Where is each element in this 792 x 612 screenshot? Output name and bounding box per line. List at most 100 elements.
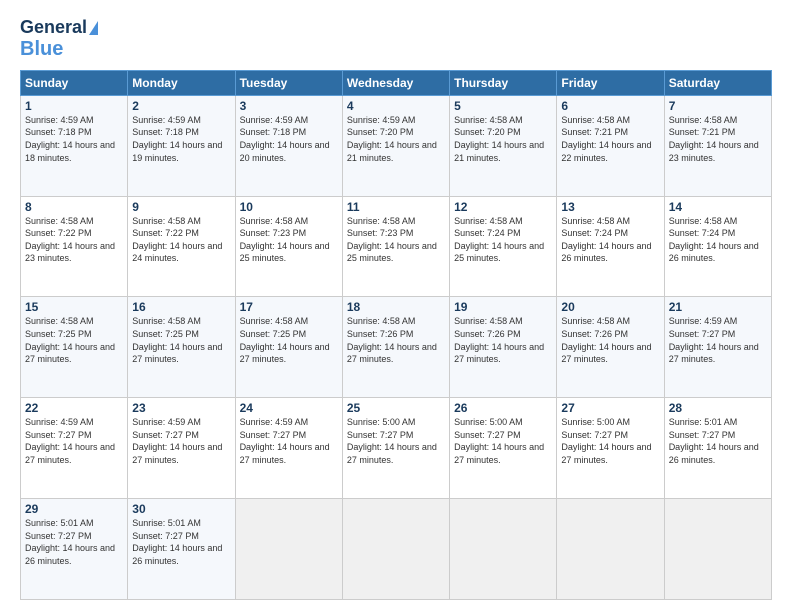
calendar-cell: 9 Sunrise: 4:58 AMSunset: 7:22 PMDayligh… (128, 196, 235, 297)
day-number: 2 (132, 99, 230, 113)
page: General Blue SundayMondayTuesdayWednesda… (0, 0, 792, 612)
day-info: Sunrise: 4:59 AMSunset: 7:18 PMDaylight:… (132, 115, 222, 163)
day-info: Sunrise: 4:58 AMSunset: 7:26 PMDaylight:… (347, 316, 437, 364)
weekday-header-thursday: Thursday (450, 70, 557, 95)
day-info: Sunrise: 5:00 AMSunset: 7:27 PMDaylight:… (561, 417, 651, 465)
weekday-header-saturday: Saturday (664, 70, 771, 95)
calendar-cell: 6 Sunrise: 4:58 AMSunset: 7:21 PMDayligh… (557, 95, 664, 196)
day-number: 6 (561, 99, 659, 113)
calendar-cell: 28 Sunrise: 5:01 AMSunset: 7:27 PMDaylig… (664, 398, 771, 499)
calendar-cell (557, 499, 664, 600)
day-info: Sunrise: 5:00 AMSunset: 7:27 PMDaylight:… (454, 417, 544, 465)
calendar-cell: 19 Sunrise: 4:58 AMSunset: 7:26 PMDaylig… (450, 297, 557, 398)
day-info: Sunrise: 4:58 AMSunset: 7:23 PMDaylight:… (240, 216, 330, 264)
day-info: Sunrise: 4:58 AMSunset: 7:23 PMDaylight:… (347, 216, 437, 264)
day-info: Sunrise: 4:59 AMSunset: 7:27 PMDaylight:… (669, 316, 759, 364)
calendar-cell: 15 Sunrise: 4:58 AMSunset: 7:25 PMDaylig… (21, 297, 128, 398)
calendar-cell (235, 499, 342, 600)
calendar-table: SundayMondayTuesdayWednesdayThursdayFrid… (20, 70, 772, 600)
calendar-cell: 13 Sunrise: 4:58 AMSunset: 7:24 PMDaylig… (557, 196, 664, 297)
week-row-1: 1 Sunrise: 4:59 AMSunset: 7:18 PMDayligh… (21, 95, 772, 196)
week-row-2: 8 Sunrise: 4:58 AMSunset: 7:22 PMDayligh… (21, 196, 772, 297)
logo: General Blue (20, 18, 98, 60)
day-info: Sunrise: 4:58 AMSunset: 7:22 PMDaylight:… (132, 216, 222, 264)
week-row-3: 15 Sunrise: 4:58 AMSunset: 7:25 PMDaylig… (21, 297, 772, 398)
day-number: 7 (669, 99, 767, 113)
calendar-cell: 7 Sunrise: 4:58 AMSunset: 7:21 PMDayligh… (664, 95, 771, 196)
day-number: 8 (25, 200, 123, 214)
day-info: Sunrise: 4:58 AMSunset: 7:21 PMDaylight:… (561, 115, 651, 163)
calendar-cell: 14 Sunrise: 4:58 AMSunset: 7:24 PMDaylig… (664, 196, 771, 297)
day-number: 25 (347, 401, 445, 415)
day-number: 20 (561, 300, 659, 314)
weekday-header-wednesday: Wednesday (342, 70, 449, 95)
day-info: Sunrise: 5:01 AMSunset: 7:27 PMDaylight:… (25, 518, 115, 566)
day-number: 5 (454, 99, 552, 113)
header: General Blue (20, 18, 772, 60)
calendar-cell: 18 Sunrise: 4:58 AMSunset: 7:26 PMDaylig… (342, 297, 449, 398)
day-number: 12 (454, 200, 552, 214)
calendar-cell: 20 Sunrise: 4:58 AMSunset: 7:26 PMDaylig… (557, 297, 664, 398)
day-number: 23 (132, 401, 230, 415)
day-number: 3 (240, 99, 338, 113)
week-row-4: 22 Sunrise: 4:59 AMSunset: 7:27 PMDaylig… (21, 398, 772, 499)
day-number: 17 (240, 300, 338, 314)
day-number: 28 (669, 401, 767, 415)
calendar-cell: 8 Sunrise: 4:58 AMSunset: 7:22 PMDayligh… (21, 196, 128, 297)
day-info: Sunrise: 5:01 AMSunset: 7:27 PMDaylight:… (132, 518, 222, 566)
day-number: 15 (25, 300, 123, 314)
day-number: 4 (347, 99, 445, 113)
calendar-cell: 10 Sunrise: 4:58 AMSunset: 7:23 PMDaylig… (235, 196, 342, 297)
calendar-body: 1 Sunrise: 4:59 AMSunset: 7:18 PMDayligh… (21, 95, 772, 599)
calendar-cell: 29 Sunrise: 5:01 AMSunset: 7:27 PMDaylig… (21, 499, 128, 600)
calendar-cell: 17 Sunrise: 4:58 AMSunset: 7:25 PMDaylig… (235, 297, 342, 398)
day-number: 11 (347, 200, 445, 214)
day-number: 18 (347, 300, 445, 314)
day-info: Sunrise: 4:59 AMSunset: 7:20 PMDaylight:… (347, 115, 437, 163)
day-info: Sunrise: 4:58 AMSunset: 7:22 PMDaylight:… (25, 216, 115, 264)
logo-text-general: General (20, 18, 87, 38)
day-number: 22 (25, 401, 123, 415)
day-info: Sunrise: 4:59 AMSunset: 7:27 PMDaylight:… (240, 417, 330, 465)
day-info: Sunrise: 4:58 AMSunset: 7:26 PMDaylight:… (454, 316, 544, 364)
day-info: Sunrise: 4:59 AMSunset: 7:27 PMDaylight:… (132, 417, 222, 465)
day-number: 13 (561, 200, 659, 214)
weekday-header-tuesday: Tuesday (235, 70, 342, 95)
weekday-header-sunday: Sunday (21, 70, 128, 95)
day-info: Sunrise: 4:59 AMSunset: 7:18 PMDaylight:… (240, 115, 330, 163)
day-info: Sunrise: 4:58 AMSunset: 7:25 PMDaylight:… (132, 316, 222, 364)
day-info: Sunrise: 4:59 AMSunset: 7:18 PMDaylight:… (25, 115, 115, 163)
logo-triangle-icon (89, 21, 98, 35)
day-number: 21 (669, 300, 767, 314)
calendar-cell: 3 Sunrise: 4:59 AMSunset: 7:18 PMDayligh… (235, 95, 342, 196)
week-row-5: 29 Sunrise: 5:01 AMSunset: 7:27 PMDaylig… (21, 499, 772, 600)
day-number: 1 (25, 99, 123, 113)
day-number: 27 (561, 401, 659, 415)
day-number: 19 (454, 300, 552, 314)
day-info: Sunrise: 4:59 AMSunset: 7:27 PMDaylight:… (25, 417, 115, 465)
logo-text-blue: Blue (20, 38, 63, 60)
calendar-cell (664, 499, 771, 600)
day-info: Sunrise: 4:58 AMSunset: 7:21 PMDaylight:… (669, 115, 759, 163)
day-info: Sunrise: 5:01 AMSunset: 7:27 PMDaylight:… (669, 417, 759, 465)
calendar-cell: 2 Sunrise: 4:59 AMSunset: 7:18 PMDayligh… (128, 95, 235, 196)
calendar-cell: 5 Sunrise: 4:58 AMSunset: 7:20 PMDayligh… (450, 95, 557, 196)
day-info: Sunrise: 4:58 AMSunset: 7:25 PMDaylight:… (25, 316, 115, 364)
day-number: 24 (240, 401, 338, 415)
calendar-cell: 21 Sunrise: 4:59 AMSunset: 7:27 PMDaylig… (664, 297, 771, 398)
calendar-cell: 25 Sunrise: 5:00 AMSunset: 7:27 PMDaylig… (342, 398, 449, 499)
day-number: 10 (240, 200, 338, 214)
calendar-cell: 27 Sunrise: 5:00 AMSunset: 7:27 PMDaylig… (557, 398, 664, 499)
calendar-cell: 23 Sunrise: 4:59 AMSunset: 7:27 PMDaylig… (128, 398, 235, 499)
calendar-cell: 11 Sunrise: 4:58 AMSunset: 7:23 PMDaylig… (342, 196, 449, 297)
day-info: Sunrise: 4:58 AMSunset: 7:25 PMDaylight:… (240, 316, 330, 364)
day-number: 16 (132, 300, 230, 314)
day-info: Sunrise: 4:58 AMSunset: 7:24 PMDaylight:… (454, 216, 544, 264)
calendar-cell: 22 Sunrise: 4:59 AMSunset: 7:27 PMDaylig… (21, 398, 128, 499)
day-info: Sunrise: 4:58 AMSunset: 7:20 PMDaylight:… (454, 115, 544, 163)
day-number: 9 (132, 200, 230, 214)
calendar-cell: 16 Sunrise: 4:58 AMSunset: 7:25 PMDaylig… (128, 297, 235, 398)
day-info: Sunrise: 4:58 AMSunset: 7:24 PMDaylight:… (561, 216, 651, 264)
day-number: 29 (25, 502, 123, 516)
day-info: Sunrise: 4:58 AMSunset: 7:24 PMDaylight:… (669, 216, 759, 264)
